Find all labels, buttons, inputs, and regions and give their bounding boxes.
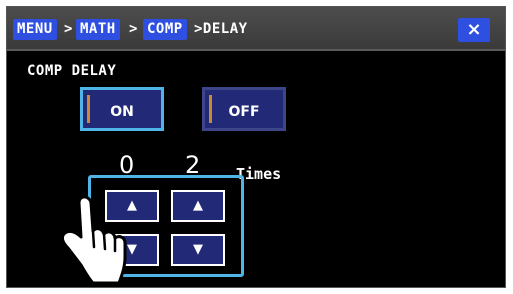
breadcrumb-comp[interactable]: COMP [143,19,187,40]
on-button-label: ON [110,104,134,120]
breadcrumb-menu[interactable]: MENU [13,19,57,40]
on-button[interactable]: ON [80,87,164,131]
page-title: COMP DELAY [27,63,117,79]
arrow-up-icon: ▲ [127,198,137,213]
close-button[interactable]: × [458,18,490,42]
ones-down-button[interactable]: ▼ [171,234,225,266]
ones-up-button[interactable]: ▲ [171,190,225,222]
close-icon: × [466,19,482,40]
off-button-label: OFF [228,104,260,120]
breadcrumb-separator: > [64,21,73,37]
breadcrumb-separator: > [129,21,138,37]
breadcrumb-current: >DELAY [194,21,248,37]
arrow-down-icon: ▼ [193,242,203,257]
hand-pointer-icon [60,195,127,285]
title-bar: MENU > MATH > COMP >DELAY × [7,7,505,51]
arrow-down-icon: ▼ [127,242,137,257]
arrow-up-icon: ▲ [193,198,203,213]
breadcrumb-math[interactable]: MATH [76,19,120,40]
indicator-bar [209,95,212,123]
selected-indicator [87,95,90,123]
off-button[interactable]: OFF [202,87,286,131]
device-screen: MENU > MATH > COMP >DELAY × COMP DELAY O… [6,6,506,288]
